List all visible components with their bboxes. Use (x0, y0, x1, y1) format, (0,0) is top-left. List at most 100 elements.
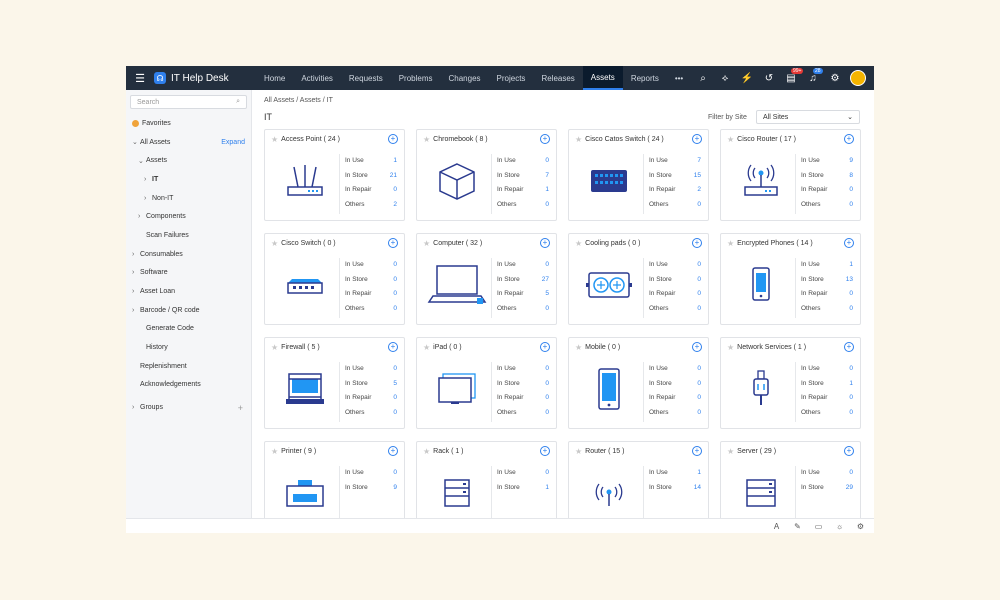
star-icon[interactable]: ★ (271, 135, 278, 144)
sidebar-item-all-assets[interactable]: ⌄ All Assets Expand (126, 133, 251, 152)
stat-value[interactable]: 1 (697, 469, 701, 484)
stat-value[interactable]: 0 (545, 409, 549, 424)
star-icon[interactable]: ★ (575, 135, 582, 144)
stat-value[interactable]: 2 (697, 186, 701, 201)
settings-icon[interactable]: ⚙ (855, 522, 866, 531)
stat-value[interactable]: 5 (393, 380, 397, 395)
stat-value[interactable]: 1 (545, 186, 549, 201)
avatar[interactable] (850, 70, 866, 86)
translate-icon[interactable]: A (771, 522, 782, 531)
asset-card[interactable]: ★ Access Point ( 24 ) + In Use 1 In Stor… (264, 129, 405, 221)
card-title[interactable]: Access Point ( 24 ) (281, 136, 340, 143)
nav-item-home[interactable]: Home (256, 66, 293, 90)
stat-value[interactable]: 1 (849, 380, 853, 395)
add-asset-button[interactable]: + (388, 238, 398, 248)
card-title[interactable]: Cisco Router ( 17 ) (737, 136, 796, 143)
star-icon[interactable]: ★ (423, 239, 430, 248)
stat-value[interactable]: 0 (393, 290, 397, 305)
stat-value[interactable]: 0 (545, 469, 549, 484)
stat-value[interactable]: 0 (697, 365, 701, 380)
star-icon[interactable]: ★ (423, 343, 430, 352)
stat-value[interactable]: 14 (694, 484, 701, 499)
nav-item-activities[interactable]: Activities (293, 66, 341, 90)
gear-icon[interactable]: ⚙ (828, 73, 842, 84)
card-title[interactable]: iPad ( 0 ) (433, 344, 461, 351)
card-title[interactable]: Server ( 29 ) (737, 448, 776, 455)
chat-icon[interactable]: ▭ (813, 522, 824, 531)
stat-value[interactable]: 0 (393, 305, 397, 320)
stat-value[interactable]: 0 (545, 365, 549, 380)
nav-item-releases[interactable]: Releases (533, 66, 582, 90)
stat-value[interactable]: 0 (545, 380, 549, 395)
menu-icon[interactable]: ☰ (126, 72, 154, 85)
lightbulb-icon[interactable]: ☼ (834, 522, 845, 531)
stat-value[interactable]: 0 (849, 290, 853, 305)
card-title[interactable]: Network Services ( 1 ) (737, 344, 806, 351)
sidebar-item-barcode-qr-code[interactable]: › Barcode / QR code (126, 301, 251, 320)
star-icon[interactable]: ★ (575, 447, 582, 456)
add-asset-button[interactable]: + (540, 134, 550, 144)
stat-value[interactable]: 0 (545, 157, 549, 172)
brand[interactable]: ☊ IT Help Desk (154, 72, 256, 84)
star-icon[interactable]: ★ (423, 135, 430, 144)
nav-item-changes[interactable]: Changes (441, 66, 489, 90)
stat-value[interactable]: 21 (390, 172, 397, 187)
stat-value[interactable]: 1 (393, 157, 397, 172)
stat-value[interactable]: 27 (542, 276, 549, 291)
card-title[interactable]: Rack ( 1 ) (433, 448, 463, 455)
sidebar-item-acknowledgements[interactable]: Acknowledgements (126, 376, 251, 395)
nav-item-assets[interactable]: Assets (582, 66, 623, 90)
stat-value[interactable]: 15 (694, 172, 701, 187)
asset-card[interactable]: ★ Cisco Catos Switch ( 24 ) + In Use 7 I… (568, 129, 709, 221)
star-icon[interactable]: ★ (727, 343, 734, 352)
asset-card[interactable]: ★ Chromebook ( 8 ) + In Use 0 In Store 7… (416, 129, 557, 221)
edit-icon[interactable]: ✎ (792, 522, 803, 531)
sidebar-item-history[interactable]: History (126, 338, 251, 357)
card-title[interactable]: Computer ( 32 ) (433, 240, 482, 247)
star-icon[interactable]: ★ (271, 447, 278, 456)
stat-value[interactable]: 0 (849, 305, 853, 320)
stat-value[interactable]: 0 (545, 201, 549, 216)
nav-item-reports[interactable]: Reports (623, 66, 667, 90)
nav-item-requests[interactable]: Requests (341, 66, 391, 90)
add-asset-button[interactable]: + (692, 134, 702, 144)
stat-value[interactable]: 0 (697, 290, 701, 305)
stat-value[interactable]: 0 (697, 305, 701, 320)
star-icon[interactable]: ★ (423, 447, 430, 456)
card-title[interactable]: Mobile ( 0 ) (585, 344, 620, 351)
sidebar-item-software[interactable]: › Software (126, 264, 251, 283)
card-title[interactable]: Cisco Switch ( 0 ) (281, 240, 335, 247)
stat-value[interactable]: 0 (393, 469, 397, 484)
stat-value[interactable]: 0 (849, 186, 853, 201)
add-asset-button[interactable]: + (692, 342, 702, 352)
search-input[interactable]: Search ⌕ (130, 95, 247, 109)
add-group-icon[interactable]: + (238, 403, 243, 413)
asset-card[interactable]: ★ iPad ( 0 ) + In Use 0 In Store 0 In Re… (416, 337, 557, 429)
stat-value[interactable]: 9 (393, 484, 397, 499)
star-icon[interactable]: ★ (727, 239, 734, 248)
stat-value[interactable]: 0 (849, 201, 853, 216)
sidebar-item-assets[interactable]: ⌄ Assets (126, 151, 251, 170)
stat-value[interactable]: 0 (849, 365, 853, 380)
sidebar-item-asset-loan[interactable]: › Asset Loan (126, 282, 251, 301)
sidebar-item-consumables[interactable]: › Consumables (126, 245, 251, 264)
sidebar-item-scan-failures[interactable]: Scan Failures (126, 226, 251, 245)
lightning-icon[interactable]: ⚡ (740, 73, 754, 84)
stat-value[interactable]: 0 (393, 409, 397, 424)
sidebar-item-generate-code[interactable]: Generate Code (126, 320, 251, 339)
sidebar-item-favorites[interactable]: Favorites (126, 114, 251, 133)
stat-value[interactable]: 0 (849, 394, 853, 409)
sidebar-item-components[interactable]: › Components (126, 207, 251, 226)
card-title[interactable]: Encrypted Phones ( 14 ) (737, 240, 813, 247)
star-icon[interactable]: ★ (575, 343, 582, 352)
expand-link[interactable]: Expand (221, 139, 245, 146)
stat-value[interactable]: 13 (846, 276, 853, 291)
sidebar-item-it[interactable]: › IT (126, 170, 251, 189)
sidebar-item-non-it[interactable]: › Non-IT (126, 189, 251, 208)
card-title[interactable]: Router ( 15 ) (585, 448, 624, 455)
stat-value[interactable]: 0 (697, 380, 701, 395)
star-icon[interactable]: ★ (727, 447, 734, 456)
asset-card[interactable]: ★ Encrypted Phones ( 14 ) + In Use 1 In … (720, 233, 861, 325)
asset-card[interactable]: ★ Cisco Switch ( 0 ) + In Use 0 In Store… (264, 233, 405, 325)
asset-card[interactable]: ★ Mobile ( 0 ) + In Use 0 In Store 0 In … (568, 337, 709, 429)
